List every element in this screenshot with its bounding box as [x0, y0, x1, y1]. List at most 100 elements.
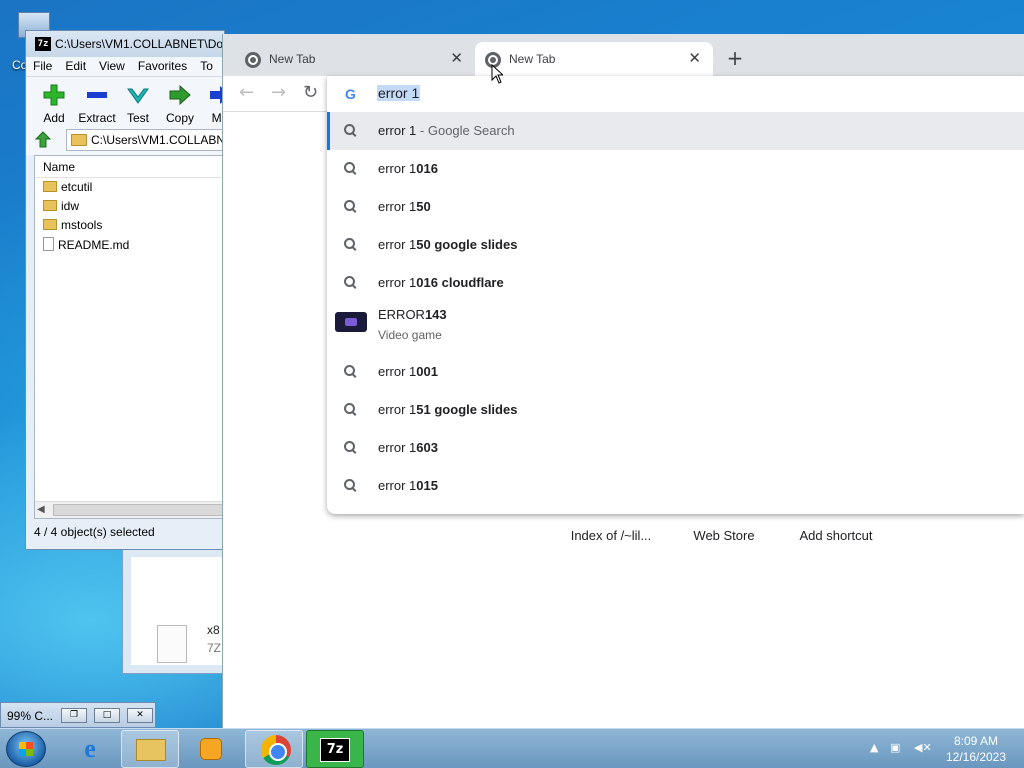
menu-view[interactable]: View — [92, 57, 131, 73]
tab-title: New Tab — [269, 52, 316, 66]
back-icon[interactable]: ← — [239, 82, 254, 103]
taskbar-media-player[interactable] — [182, 730, 240, 768]
suggestion-item[interactable]: error 1603 — [327, 429, 1024, 467]
forward-icon[interactable]: → — [271, 82, 286, 103]
copy-button[interactable]: Copy — [158, 81, 202, 131]
tab-new-tab-1[interactable]: New Tab ✕ — [223, 42, 475, 76]
shortcut-label: Index of /~lil... — [570, 528, 652, 543]
search-icon — [344, 365, 356, 377]
suggestion-item[interactable]: error 1015 — [327, 467, 1024, 505]
taskbar-internet-explorer[interactable]: e — [62, 730, 120, 768]
document-icon — [43, 237, 54, 251]
scroll-left-icon[interactable]: ◀ — [37, 504, 45, 515]
test-button[interactable]: Test — [116, 81, 160, 131]
suggestion-item-entity[interactable]: ERROR143 Video game — [327, 302, 1024, 354]
background-explorer-window[interactable]: x8 7Z — [122, 548, 232, 674]
folder-icon — [71, 134, 87, 146]
7zip-window[interactable]: 7z C:\Users\VM1.COLLABNET\Dov File Edit … — [25, 30, 225, 550]
close-icon[interactable]: ✕ — [127, 708, 153, 723]
volume-muted-icon[interactable]: ◀✕ — [914, 741, 932, 754]
suggestion-item[interactable]: error 150 — [327, 188, 1024, 226]
mouse-cursor-icon — [491, 64, 503, 84]
suggestion-item[interactable]: error 1016 cloudflare — [327, 264, 1024, 302]
list-item[interactable]: etcutil — [35, 178, 223, 197]
horizontal-scrollbar[interactable]: ◀ — [35, 501, 223, 518]
search-icon — [344, 124, 356, 136]
up-folder-icon[interactable] — [34, 131, 52, 149]
suggestion-text: error 150 — [378, 199, 431, 214]
maximize-icon[interactable]: □ — [94, 708, 120, 723]
minus-icon — [85, 83, 109, 107]
tab-close-icon[interactable]: ✕ — [450, 49, 463, 67]
suggestion-item[interactable]: error 150 google slides — [327, 226, 1024, 264]
file-name: mstools — [61, 218, 103, 232]
start-button[interactable] — [6, 731, 46, 767]
column-header-name[interactable]: Name — [35, 156, 223, 178]
file-name: x8 — [207, 623, 220, 637]
new-tab-button[interactable]: + — [723, 46, 747, 70]
list-item[interactable]: idw — [35, 197, 223, 216]
menu-file[interactable]: File — [26, 57, 58, 73]
omnibox-text[interactable]: error 1 — [377, 85, 421, 101]
chrome-icon — [261, 735, 291, 765]
internet-explorer-icon: e — [84, 734, 96, 763]
path-input[interactable]: C:\Users\VM1.COLLABNET — [66, 129, 225, 151]
shortcut-label: Add shortcut — [799, 528, 873, 543]
tab-close-icon[interactable]: ✕ — [688, 49, 701, 67]
path-text: C:\Users\VM1.COLLABNET — [91, 133, 225, 147]
search-icon — [344, 238, 356, 250]
search-icon — [344, 403, 356, 415]
move-button[interactable]: Mo — [198, 81, 224, 131]
menu-favorites[interactable]: Favorites — [131, 57, 193, 73]
shortcut-label: Web Store — [693, 528, 755, 543]
file-type: 7Z — [207, 641, 222, 655]
menu-tools[interactable]: To — [193, 57, 219, 73]
add-button[interactable]: Add — [32, 81, 76, 131]
zip-file-list[interactable]: Name etcutil idw mstools README.md ◀ — [34, 155, 224, 519]
minimized-window[interactable]: 99% C... ❐ □ ✕ — [0, 702, 156, 728]
plus-icon — [42, 83, 66, 107]
search-icon — [344, 200, 356, 212]
folder-icon — [136, 739, 166, 761]
extract-label: Extract — [78, 111, 116, 125]
suggestion-text: error 1015 — [378, 478, 438, 493]
taskbar-explorer[interactable] — [121, 730, 179, 768]
clock-time[interactable]: 8:09 AM — [936, 734, 1016, 748]
tab-new-tab-2[interactable]: New Tab ✕ — [475, 42, 713, 76]
network-icon[interactable]: ▣ — [890, 741, 900, 754]
omnibox[interactable]: G error 1 — [327, 76, 1024, 112]
folder-icon — [43, 200, 57, 211]
suggestion-text: error 1001 — [378, 364, 438, 379]
taskbar-7zip[interactable]: 7z — [306, 730, 364, 768]
extract-button[interactable]: Extract — [75, 81, 119, 131]
add-label: Add — [43, 111, 65, 125]
taskbar-chrome[interactable] — [245, 730, 303, 768]
tray-expand-icon[interactable]: ▲ — [870, 741, 878, 754]
search-icon — [344, 162, 356, 174]
list-item[interactable]: README.md — [35, 235, 223, 254]
suggestion-text: error 1 - Google Search — [378, 123, 515, 138]
file-icon[interactable] — [157, 625, 187, 663]
google-icon: G — [345, 86, 356, 102]
zip-titlebar[interactable]: 7z C:\Users\VM1.COLLABNET\Dov — [26, 31, 224, 57]
list-item[interactable]: mstools — [35, 216, 223, 235]
clock-date[interactable]: 12/16/2023 — [936, 750, 1016, 764]
menu-edit[interactable]: Edit — [58, 57, 92, 73]
media-player-icon — [200, 738, 222, 760]
chrome-favicon-icon — [245, 52, 261, 68]
restore-icon[interactable]: ❐ — [61, 708, 87, 723]
suggestion-item[interactable]: error 1001 — [327, 353, 1024, 391]
suggestion-text: error 1603 — [378, 440, 438, 455]
suggestion-text: ERROR143 — [378, 307, 447, 322]
suggestion-item[interactable]: error 151 google slides — [327, 391, 1024, 429]
system-tray: ▲ ▣ ◀✕ 8:09 AM 12/16/2023 — [864, 729, 1024, 768]
suggestion-item[interactable]: error 1 - Google Search — [327, 112, 1024, 150]
folder-icon — [43, 181, 57, 192]
zip-menubar: File Edit View Favorites To — [26, 57, 224, 77]
suggestion-item[interactable]: error 1016 — [327, 150, 1024, 188]
search-icon — [344, 479, 356, 491]
folder-icon — [43, 219, 57, 230]
reload-icon[interactable]: ↻ — [303, 82, 318, 103]
file-name: README.md — [58, 238, 130, 252]
scroll-thumb[interactable] — [53, 504, 223, 516]
